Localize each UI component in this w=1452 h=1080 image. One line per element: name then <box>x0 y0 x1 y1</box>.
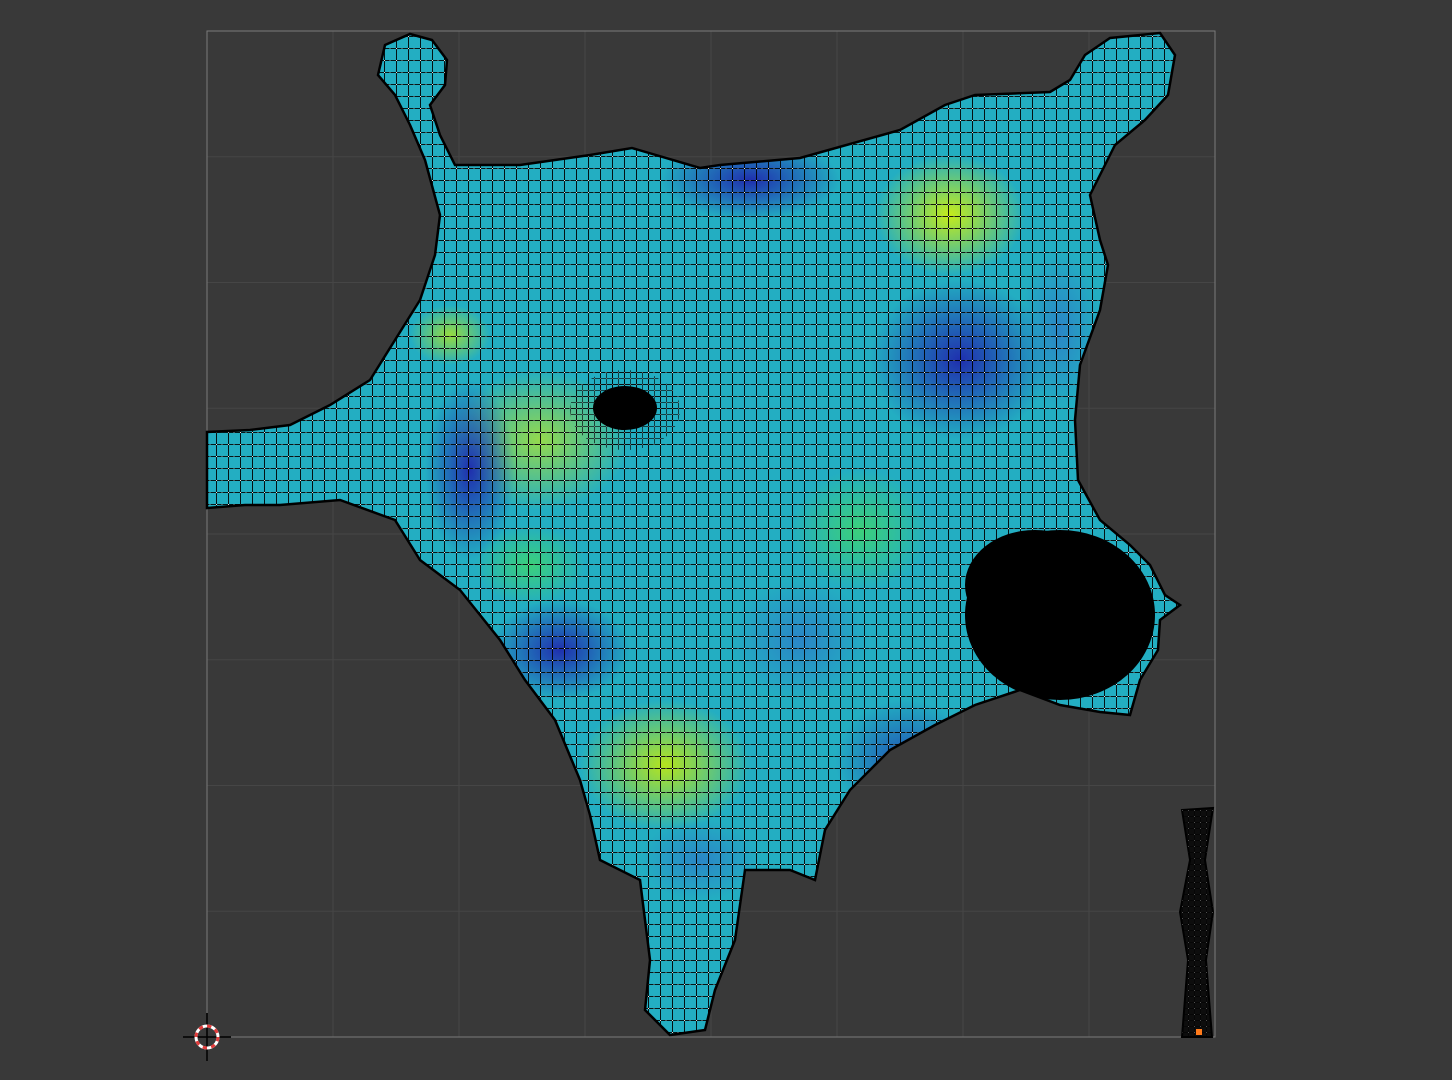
uv-editor-viewport[interactable] <box>0 0 1452 1080</box>
uv-island-main[interactable] <box>200 25 1200 1040</box>
uv-island-strip[interactable] <box>1178 806 1215 1038</box>
2d-cursor-icon[interactable] <box>183 1013 231 1061</box>
selected-vertex-marker[interactable] <box>1196 1029 1202 1035</box>
uv-canvas[interactable] <box>0 0 1452 1080</box>
